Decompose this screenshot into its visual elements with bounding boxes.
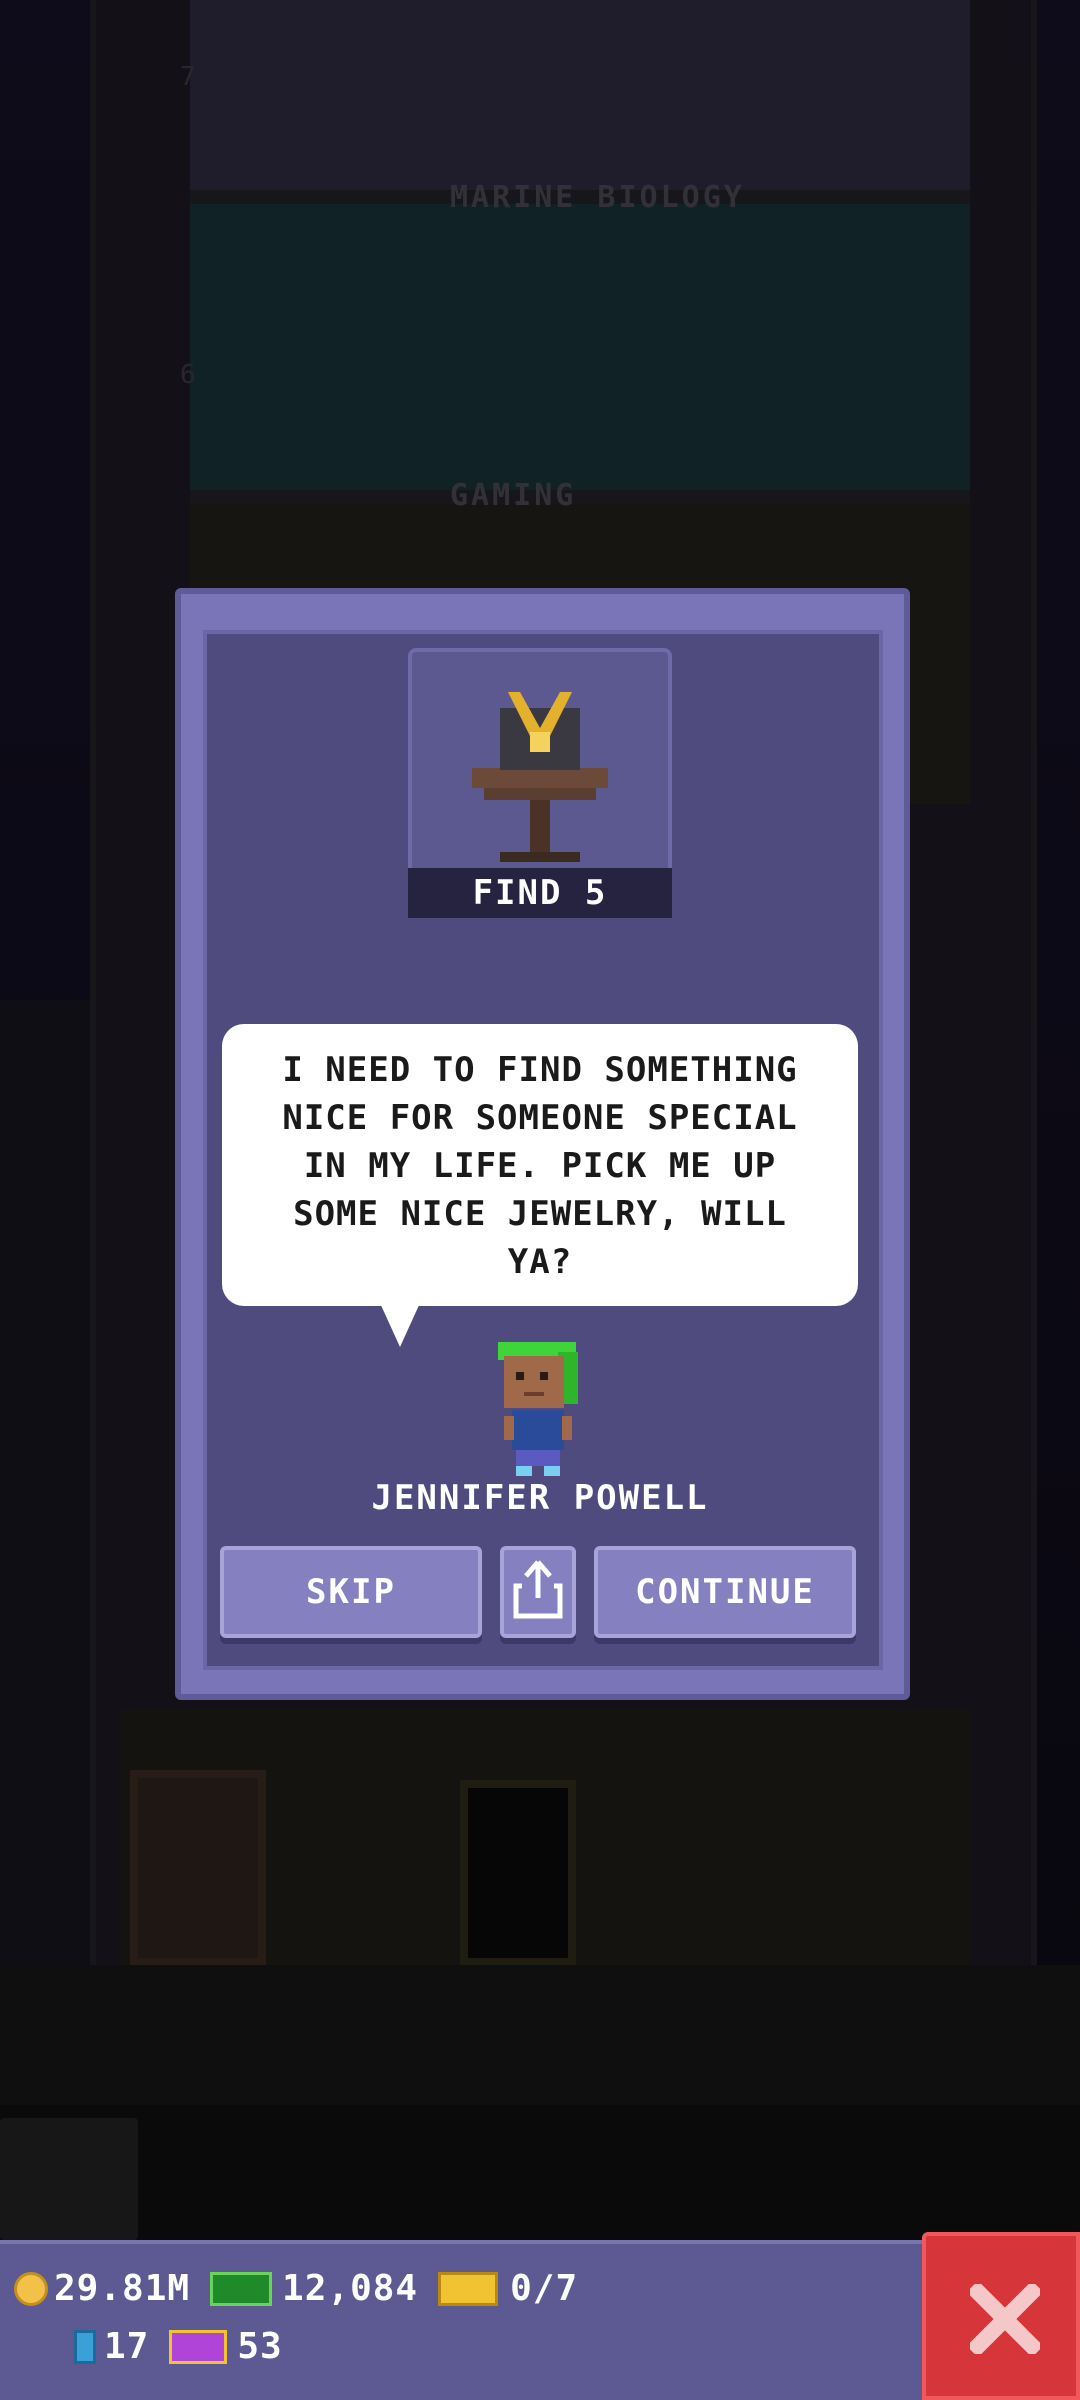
npc-avatar: [498, 1342, 578, 1476]
coin-icon: [14, 2271, 48, 2306]
gems-value: 17: [104, 2326, 150, 2367]
tickets-value: 0/7: [510, 2268, 579, 2309]
golden-ticket-icon: [438, 2271, 499, 2306]
currency-row-bottom: 17 53: [74, 2326, 283, 2367]
bux-icon: [210, 2271, 273, 2306]
close-icon: [970, 2284, 1040, 2354]
close-button[interactable]: [922, 2232, 1080, 2400]
vip-value: 53: [237, 2326, 283, 2367]
mission-goal: FIND 5: [408, 868, 672, 918]
speech-bubble-tail: [380, 1303, 420, 1347]
npc-name: JENNIFER POWELL: [371, 1478, 709, 1518]
share-icon: [513, 1560, 563, 1619]
speech-bubble: I NEED TO FIND SOMETHING NICE FOR SOMEON…: [222, 1024, 858, 1306]
coins-value: 29.81M: [54, 2268, 191, 2309]
vip-ticket-icon: [169, 2329, 228, 2364]
share-button[interactable]: [500, 1546, 576, 1638]
skip-button[interactable]: SKIP: [220, 1546, 482, 1638]
bux-value: 12,084: [282, 2268, 419, 2309]
currency-row-top: 29.81M 12,084 0/7: [14, 2268, 578, 2309]
continue-button[interactable]: CONTINUE: [594, 1546, 856, 1638]
currency-bar: 29.81M 12,084 0/7 17 53: [0, 2240, 922, 2400]
jewelry-necklace-icon: [472, 692, 608, 862]
gem-icon: [74, 2329, 96, 2364]
